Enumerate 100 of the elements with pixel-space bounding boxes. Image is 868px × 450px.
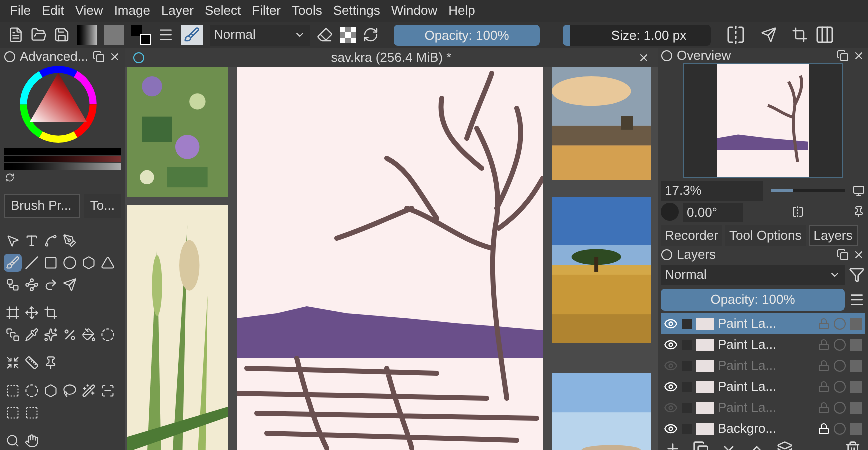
checker-icon[interactable] bbox=[850, 338, 862, 350]
color-swatches[interactable] bbox=[131, 25, 151, 45]
overview-preview[interactable] bbox=[683, 63, 843, 178]
color-sliders[interactable] bbox=[4, 148, 121, 170]
polygon-icon[interactable] bbox=[80, 254, 98, 272]
menu-item[interactable]: Tools bbox=[292, 1, 322, 21]
menu-item[interactable]: View bbox=[75, 1, 104, 21]
menu-icon[interactable] bbox=[849, 292, 865, 308]
blend-mode-dropdown[interactable]: Normal bbox=[210, 24, 310, 46]
document-title: sav.kra (256.4 MiB) * bbox=[330, 48, 453, 67]
menu-item[interactable]: Window bbox=[391, 1, 438, 21]
layer-name: Paint La... bbox=[718, 398, 778, 417]
panel-tab[interactable]: Recorder bbox=[661, 225, 722, 246]
rectangle-icon[interactable] bbox=[42, 254, 60, 272]
menu-item[interactable]: Help bbox=[448, 1, 476, 21]
pattern-swatch[interactable] bbox=[104, 25, 124, 45]
gradient-swatch[interactable] bbox=[77, 25, 97, 45]
brush-preset-icon[interactable] bbox=[181, 25, 203, 45]
pan-icon[interactable] bbox=[23, 432, 41, 450]
blend-mode-dropdown[interactable]: Normal bbox=[661, 265, 845, 285]
checker-icon[interactable] bbox=[850, 402, 862, 414]
panel-tab[interactable]: To... bbox=[84, 194, 121, 218]
save-icon[interactable] bbox=[54, 27, 70, 43]
eyedropper-icon[interactable] bbox=[23, 326, 41, 344]
layer-thumbnail bbox=[696, 422, 714, 434]
menu-item[interactable]: Image bbox=[114, 1, 150, 21]
folder-icon[interactable] bbox=[31, 27, 47, 43]
layer-row[interactable]: Paint La... bbox=[661, 376, 865, 397]
reset-icon[interactable] bbox=[4, 172, 16, 182]
layer-row[interactable]: Paint La... bbox=[661, 334, 865, 355]
workspace-icon[interactable] bbox=[815, 25, 835, 45]
close-icon[interactable] bbox=[853, 248, 865, 260]
pen-icon[interactable] bbox=[61, 232, 79, 250]
layer-name: Paint La... bbox=[718, 336, 778, 354]
panel-tab[interactable]: Tool Options bbox=[725, 225, 806, 246]
panel-tab[interactable]: Brush Pr... bbox=[4, 194, 80, 218]
zoom-slider[interactable] bbox=[771, 189, 845, 192]
float-icon[interactable] bbox=[837, 50, 849, 62]
checker-icon[interactable] bbox=[850, 360, 862, 372]
pin-icon[interactable] bbox=[853, 206, 865, 218]
enclose-fill-icon[interactable] bbox=[99, 326, 117, 344]
move-icon[interactable] bbox=[23, 304, 41, 322]
menu-item[interactable]: Edit bbox=[42, 1, 64, 21]
menu-item[interactable]: Settings bbox=[333, 1, 380, 21]
eye-icon[interactable] bbox=[664, 338, 678, 352]
brush-icon[interactable] bbox=[4, 254, 22, 272]
measure-icon[interactable] bbox=[23, 354, 41, 372]
new-document-icon[interactable] bbox=[8, 27, 24, 43]
menu-item[interactable]: Layer bbox=[161, 1, 194, 21]
brush-settings-icon[interactable] bbox=[158, 27, 174, 43]
layer-thumbnail bbox=[696, 360, 714, 372]
layer-thumbnail bbox=[696, 318, 714, 330]
krita-icon bbox=[133, 52, 145, 64]
close-icon[interactable] bbox=[853, 50, 865, 62]
zoom-icon[interactable] bbox=[4, 432, 22, 450]
lasso-icon[interactable] bbox=[61, 382, 79, 400]
crop-icon[interactable] bbox=[42, 304, 60, 322]
layer-name: Paint La... bbox=[718, 314, 778, 333]
layer-name: Backgro... bbox=[718, 420, 778, 438]
smart-patch-icon[interactable] bbox=[42, 326, 60, 344]
layer-thumbnail bbox=[696, 338, 714, 350]
checker-icon[interactable] bbox=[850, 380, 862, 392]
checker-icon[interactable] bbox=[850, 422, 862, 434]
checkbox[interactable] bbox=[682, 318, 692, 328]
document-tab[interactable]: sav.kra (256.4 MiB) * bbox=[125, 48, 658, 67]
docker-title: Advanced... bbox=[20, 48, 89, 66]
menu-item[interactable]: Select bbox=[204, 1, 242, 21]
close-icon[interactable] bbox=[638, 52, 650, 64]
menu-item[interactable]: Filter bbox=[252, 1, 282, 21]
eye-icon[interactable] bbox=[664, 422, 678, 436]
eraser-icon[interactable] bbox=[317, 27, 333, 43]
rectangle-select-icon[interactable] bbox=[4, 382, 22, 400]
reload-icon[interactable] bbox=[363, 27, 379, 43]
polygon-select-icon[interactable] bbox=[42, 382, 60, 400]
layer-thumbnail bbox=[696, 380, 714, 392]
monitor-icon[interactable] bbox=[853, 184, 865, 197]
zoom-field[interactable]: 17.3% bbox=[661, 181, 763, 200]
line-icon[interactable] bbox=[23, 254, 41, 272]
docker-title: Layers bbox=[677, 246, 718, 264]
layer-name: Paint La... bbox=[718, 378, 778, 396]
filter-icon[interactable] bbox=[849, 267, 865, 283]
opacity-slider[interactable]: Size: 1.00 px bbox=[563, 24, 711, 46]
wrap-icon[interactable] bbox=[792, 27, 808, 43]
fill-icon[interactable] bbox=[80, 326, 98, 344]
magic-wand-icon[interactable] bbox=[80, 382, 98, 400]
layer-thumbnail bbox=[696, 402, 714, 414]
layer-row[interactable]: Backgro... bbox=[661, 418, 865, 439]
eye-icon[interactable] bbox=[664, 380, 678, 394]
float-icon[interactable] bbox=[93, 50, 105, 62]
float-icon[interactable] bbox=[837, 248, 849, 260]
layer-name: Paint La... bbox=[718, 356, 778, 375]
panel-tab[interactable]: Layers bbox=[808, 225, 858, 246]
ellipse-icon[interactable] bbox=[61, 254, 79, 272]
checker-icon[interactable] bbox=[850, 318, 862, 330]
ellipse-select-icon[interactable] bbox=[23, 382, 41, 400]
checker-icon[interactable] bbox=[340, 27, 356, 43]
menu-item[interactable]: File bbox=[10, 1, 31, 21]
close-icon[interactable] bbox=[109, 50, 121, 62]
docker-title: Overview bbox=[677, 46, 732, 65]
rotation-field[interactable]: 0.00° bbox=[683, 202, 743, 222]
